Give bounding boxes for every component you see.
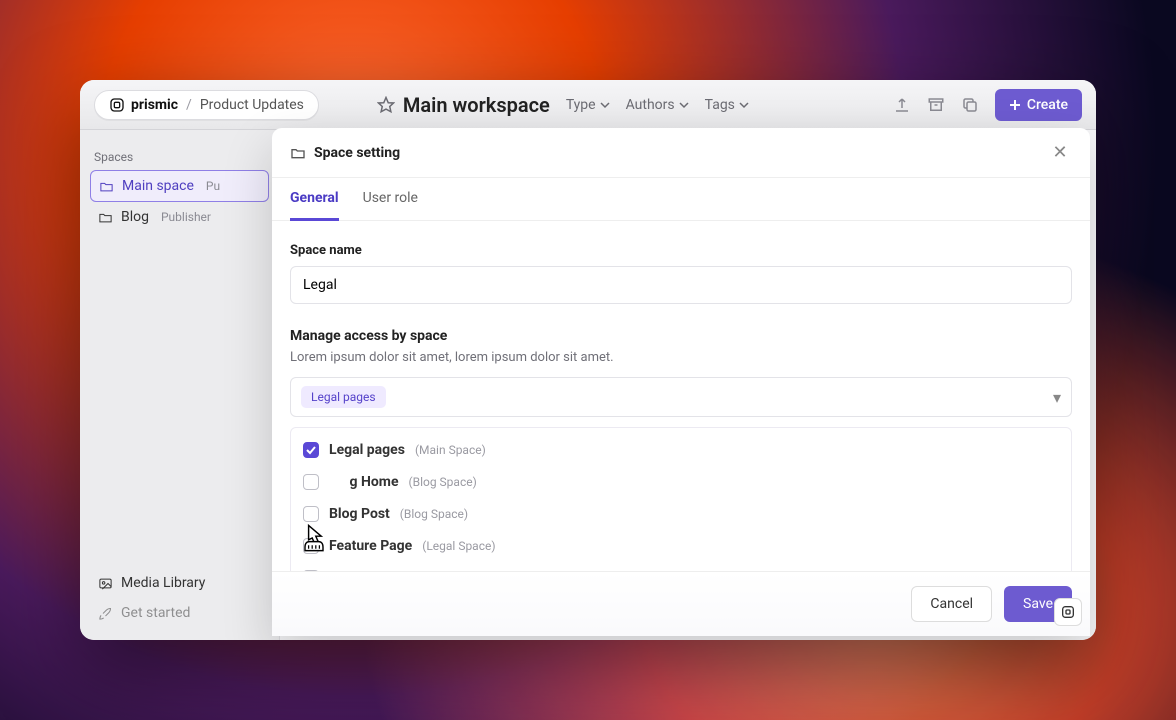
option-feature-page[interactable]: Feature Page (Legal Space) (291, 530, 1071, 562)
filter-authors[interactable]: Authors (626, 97, 689, 113)
sidebar: Spaces Main space Pu Blog Publisher Medi… (80, 130, 280, 640)
plus-icon (1009, 99, 1021, 111)
sidebar-item-media-library[interactable]: Media Library (90, 568, 269, 598)
close-icon[interactable]: ✕ (1048, 142, 1072, 163)
archive-icon[interactable] (925, 94, 947, 116)
chevron-down-icon (739, 100, 749, 110)
rocket-icon (98, 606, 113, 621)
selected-chip: Legal pages (301, 386, 386, 408)
breadcrumb[interactable]: prismic / Product Updates (94, 90, 319, 120)
filter-type[interactable]: Type (566, 97, 610, 113)
image-icon (98, 576, 113, 591)
sidebar-heading: Spaces (94, 150, 265, 164)
folder-icon (99, 179, 114, 194)
checkbox-icon[interactable] (303, 538, 319, 554)
space-name-label: Space name (290, 243, 1072, 258)
create-button[interactable]: Create (995, 89, 1082, 121)
option-legal-pages[interactable]: Legal pages (Main Space) (291, 434, 1071, 466)
space-name-input[interactable] (290, 266, 1072, 304)
modal-title: Space setting (314, 145, 400, 161)
page-title: Main workspace (403, 93, 550, 117)
star-icon[interactable] (377, 96, 395, 114)
cancel-button[interactable]: Cancel (911, 586, 992, 622)
chevron-down-icon (679, 100, 689, 110)
modal-tabs: General User role (272, 178, 1090, 221)
chevron-down-icon (600, 100, 610, 110)
topbar: prismic / Product Updates Main workspace… (80, 80, 1096, 130)
checkbox-icon[interactable] (303, 506, 319, 522)
manage-access-title: Manage access by space (290, 328, 1072, 344)
space-setting-modal: Space setting ✕ General User role Space … (272, 128, 1090, 636)
copy-icon[interactable] (959, 94, 981, 116)
tab-user-role[interactable]: User role (363, 178, 418, 220)
prismic-logo-icon (109, 97, 125, 113)
chevron-down-icon: ▾ (1053, 388, 1061, 407)
manage-access-desc: Lorem ipsum dolor sit amet, lorem ipsum … (290, 350, 1072, 365)
sidebar-item-main-space[interactable]: Main space Pu (90, 170, 269, 202)
checkbox-icon[interactable] (303, 442, 319, 458)
option-landing[interactable]: Landing (Main Space) (291, 562, 1071, 571)
option-blog-home[interactable]: Blog Home (Blog Space) (291, 466, 1071, 498)
breadcrumb-item: Product Updates (200, 97, 304, 113)
brand-name: prismic (131, 97, 178, 113)
sidebar-item-blog[interactable]: Blog Publisher (90, 202, 269, 232)
upload-icon[interactable] (891, 94, 913, 116)
sidebar-item-get-started[interactable]: Get started (90, 598, 269, 628)
option-blog-post[interactable]: Blog Post (Blog Space) (291, 498, 1071, 530)
folder-icon (98, 210, 113, 225)
prismic-icon (1060, 604, 1076, 620)
access-select[interactable]: Legal pages ▾ (290, 377, 1072, 417)
filter-tags[interactable]: Tags (705, 97, 749, 113)
help-badge[interactable] (1054, 598, 1082, 626)
tab-general[interactable]: General (290, 178, 339, 221)
folder-settings-icon (290, 145, 306, 161)
access-option-list: Legal pages (Main Space) Blog Home (Blog… (290, 427, 1072, 571)
checkbox-icon[interactable] (303, 474, 319, 490)
app-window: prismic / Product Updates Main workspace… (80, 80, 1096, 640)
